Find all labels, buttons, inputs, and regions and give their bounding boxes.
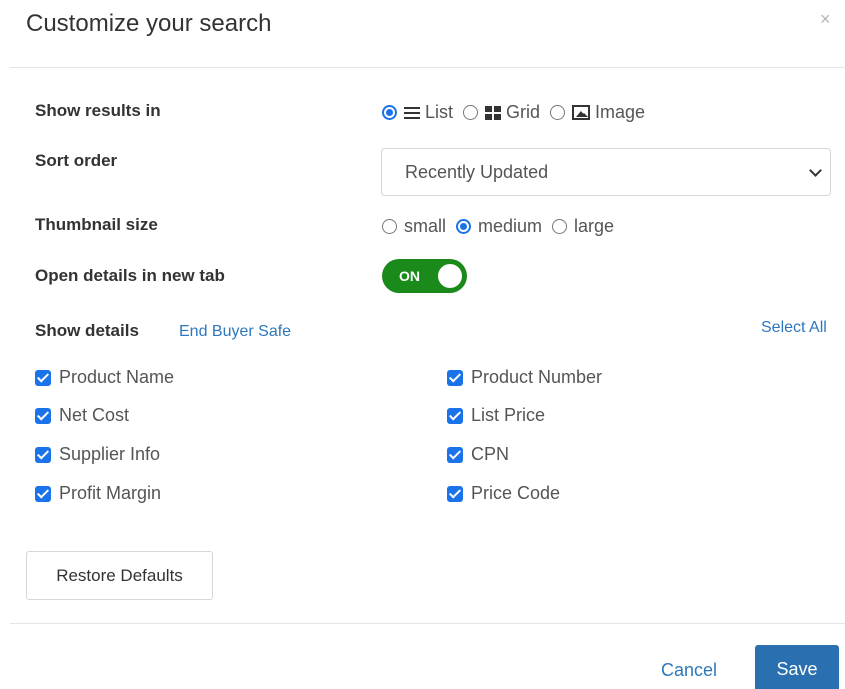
checkbox-label: Net Cost — [59, 405, 130, 425]
checkbox-price-code[interactable]: Price Code — [447, 483, 560, 504]
restore-defaults-button[interactable]: Restore Defaults — [26, 551, 213, 600]
save-button[interactable]: Save — [755, 645, 839, 689]
radio-grid-button[interactable] — [463, 105, 479, 120]
checkbox-icon[interactable] — [447, 485, 463, 502]
close-icon[interactable]: × — [820, 10, 831, 28]
checkbox-label: Profit Margin — [59, 483, 162, 503]
checkbox-product-number[interactable]: Product Number — [447, 367, 602, 388]
checkbox-supplier-info[interactable]: Supplier Info — [35, 444, 160, 465]
radio-medium-button[interactable] — [456, 219, 472, 234]
show-results-radio-group: List Grid Image — [382, 102, 655, 123]
select-all-link[interactable]: Select All — [761, 319, 827, 337]
checkbox-label: Price Code — [471, 483, 561, 503]
modal-title: Customize your search — [26, 10, 272, 37]
checkbox-icon[interactable] — [35, 369, 51, 386]
radio-large-button[interactable] — [552, 219, 568, 234]
chevron-down-icon — [809, 164, 822, 177]
checkbox-icon[interactable] — [447, 407, 463, 424]
grid-icon — [485, 105, 502, 120]
radio-grid[interactable]: Grid — [463, 102, 540, 123]
end-buyer-safe-link[interactable]: End Buyer Safe — [179, 323, 291, 341]
checkbox-label: Product Number — [471, 367, 603, 387]
radio-grid-label: Grid — [506, 102, 541, 122]
radio-image-label: Image — [595, 102, 646, 122]
open-details-label: Open details in new tab — [35, 266, 225, 285]
checkbox-product-name[interactable]: Product Name — [35, 367, 174, 388]
checkbox-icon[interactable] — [35, 485, 51, 502]
radio-list-label: List — [425, 102, 454, 122]
sort-order-label: Sort order — [35, 151, 118, 170]
radio-small-button[interactable] — [382, 219, 397, 234]
toggle-knob — [438, 264, 462, 288]
radio-large-label: large — [574, 216, 615, 236]
list-icon — [404, 106, 420, 120]
toggle-text: ON — [399, 268, 420, 284]
checkbox-icon[interactable] — [447, 369, 463, 386]
checkbox-icon[interactable] — [35, 446, 51, 463]
checkbox-label: Supplier Info — [59, 444, 161, 464]
radio-list[interactable]: List — [382, 102, 453, 123]
radio-small-label: small — [404, 216, 447, 236]
radio-image[interactable]: Image — [550, 102, 645, 123]
checkbox-list-price[interactable]: List Price — [447, 405, 545, 426]
customize-search-modal: Customize your search × Show results in … — [0, 0, 845, 689]
cancel-button[interactable]: Cancel — [661, 660, 717, 681]
checkbox-label: List Price — [471, 405, 546, 425]
checkbox-profit-margin[interactable]: Profit Margin — [35, 483, 161, 504]
radio-list-button[interactable] — [382, 105, 397, 120]
open-details-toggle[interactable]: ON — [382, 259, 467, 293]
show-results-label: Show results in — [35, 101, 161, 120]
radio-image-button[interactable] — [550, 105, 566, 120]
show-details-label: Show details — [35, 321, 139, 340]
radio-large[interactable]: large — [552, 216, 614, 237]
footer-divider — [10, 623, 845, 624]
thumbnail-size-radio-group: small medium large — [382, 216, 624, 237]
sort-order-value: Recently Updated — [405, 161, 549, 182]
radio-medium[interactable]: medium — [456, 216, 542, 237]
checkbox-label: Product Name — [59, 367, 175, 387]
checkbox-cpn[interactable]: CPN — [447, 444, 509, 465]
header-divider — [10, 67, 845, 68]
image-icon — [572, 105, 591, 120]
checkbox-icon[interactable] — [35, 407, 51, 424]
checkbox-net-cost[interactable]: Net Cost — [35, 405, 129, 426]
radio-medium-label: medium — [478, 216, 543, 236]
checkbox-label: CPN — [471, 444, 510, 464]
checkbox-icon[interactable] — [447, 446, 463, 463]
thumbnail-size-label: Thumbnail size — [35, 215, 158, 234]
radio-small[interactable]: small — [382, 216, 446, 237]
sort-order-select[interactable]: Recently Updated — [381, 148, 831, 196]
